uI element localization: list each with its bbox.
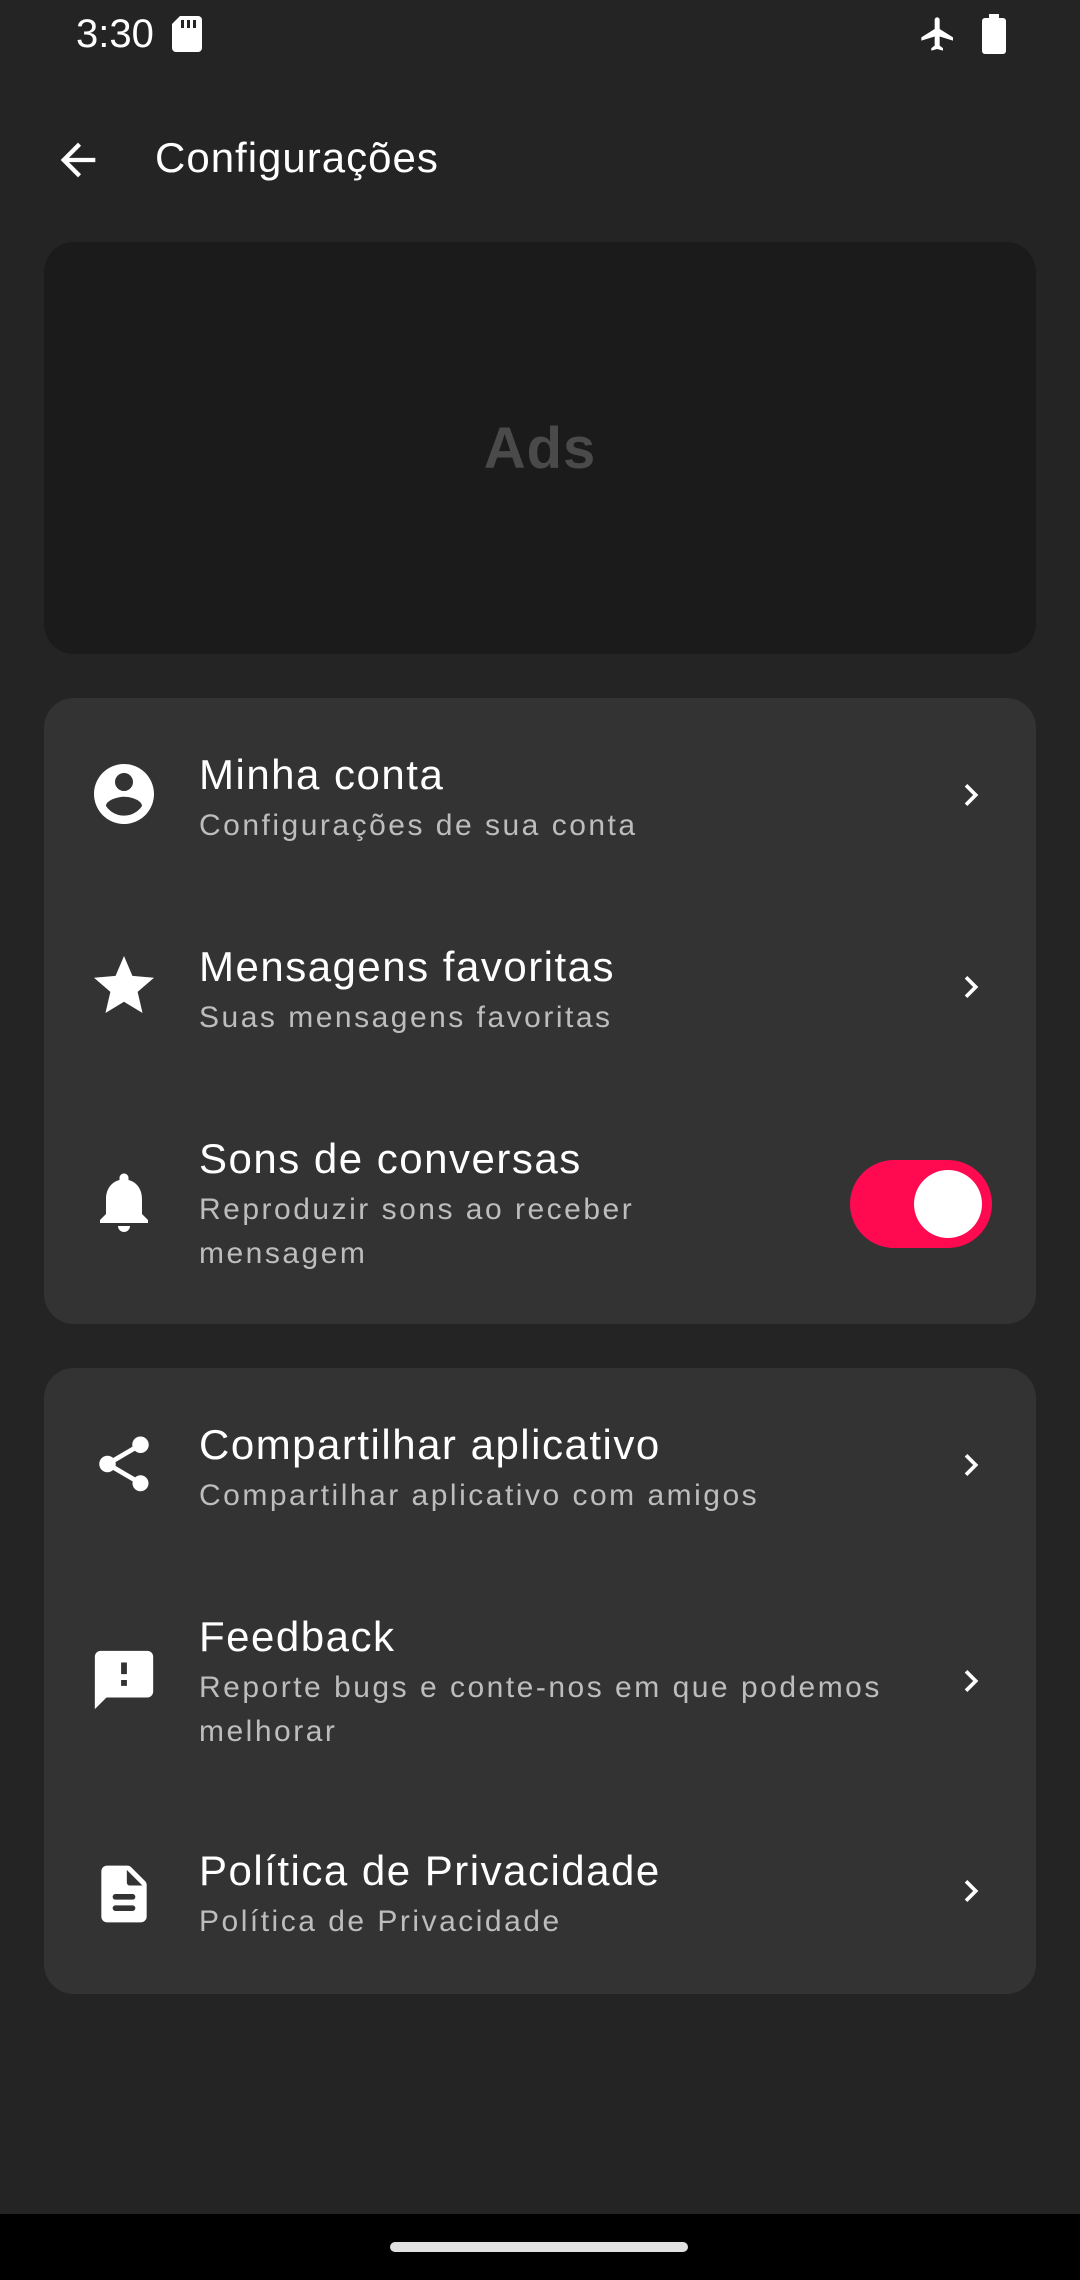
account-settings-card: Minha conta Configurações de sua conta M… <box>44 698 1036 1324</box>
status-time: 3:30 <box>76 12 154 56</box>
status-bar: 3:30 <box>0 0 1080 72</box>
settings-item-subtitle: Suas mensagens favoritas <box>199 1001 613 1034</box>
app-bar: Configurações <box>0 110 1080 210</box>
page-title: Configurações <box>155 134 439 181</box>
chevron-right-icon <box>946 1656 996 1706</box>
settings-item-subtitle: Compartilhar aplicativo com amigos <box>199 1479 760 1512</box>
ad-label: Ads <box>483 415 597 481</box>
toggle-knob <box>914 1170 982 1238</box>
document-icon <box>84 1854 164 1934</box>
chevron-right-icon <box>946 1440 996 1490</box>
settings-item-subtitle: Política de Privacidade <box>199 1905 562 1938</box>
feedback-icon <box>84 1640 164 1720</box>
chevron-right-icon <box>946 962 996 1012</box>
settings-item-share-app[interactable]: Compartilhar aplicativo Compartilhar apl… <box>44 1368 1036 1560</box>
settings-item-chat-sounds[interactable]: Sons de conversas Reproduzir sons ao rec… <box>44 1082 1036 1324</box>
settings-item-subtitle: Reporte bugs e conte-nos em que podemos … <box>199 1666 939 1754</box>
settings-item-title: Sons de conversas <box>199 1135 582 1182</box>
settings-item-privacy-policy[interactable]: Política de Privacidade Política de Priv… <box>44 1800 1036 1994</box>
chevron-right-icon <box>946 770 996 820</box>
settings-item-subtitle: Configurações de sua conta <box>199 809 638 842</box>
settings-item-title: Feedback <box>199 1613 396 1660</box>
back-button[interactable] <box>48 130 108 190</box>
subtitle-line: melhorar <box>199 1715 338 1748</box>
subtitle-line: mensagem <box>199 1237 368 1270</box>
battery-icon <box>982 14 1006 54</box>
system-navigation-bar <box>0 2214 1080 2280</box>
ad-banner[interactable]: Ads <box>44 242 1036 654</box>
settings-item-title: Política de Privacidade <box>199 1847 661 1894</box>
chevron-right-icon <box>946 1866 996 1916</box>
bell-icon <box>84 1162 164 1242</box>
app-settings-card: Compartilhar aplicativo Compartilhar apl… <box>44 1368 1036 1994</box>
home-gesture-handle[interactable] <box>390 2242 688 2252</box>
subtitle-line: Reporte bugs e conte-nos em que podemos <box>199 1671 882 1704</box>
subtitle-line: Reproduzir sons ao receber <box>199 1193 635 1226</box>
account-circle-icon <box>84 754 164 834</box>
settings-item-my-account[interactable]: Minha conta Configurações de sua conta <box>44 698 1036 890</box>
share-icon <box>84 1424 164 1504</box>
settings-item-title: Compartilhar aplicativo <box>199 1421 661 1468</box>
settings-item-feedback[interactable]: Feedback Reporte bugs e conte-nos em que… <box>44 1560 1036 1800</box>
star-icon <box>84 946 164 1026</box>
settings-item-title: Minha conta <box>199 751 445 798</box>
airplane-mode-icon <box>921 17 953 51</box>
chat-sounds-toggle[interactable] <box>850 1160 992 1248</box>
settings-item-title: Mensagens favoritas <box>199 943 616 990</box>
settings-item-subtitle: Reproduzir sons ao receber mensagem <box>199 1188 839 1276</box>
settings-item-favorite-messages[interactable]: Mensagens favoritas Suas mensagens favor… <box>44 890 1036 1082</box>
sd-card-icon <box>172 16 202 52</box>
arrow-back-icon <box>60 142 96 178</box>
